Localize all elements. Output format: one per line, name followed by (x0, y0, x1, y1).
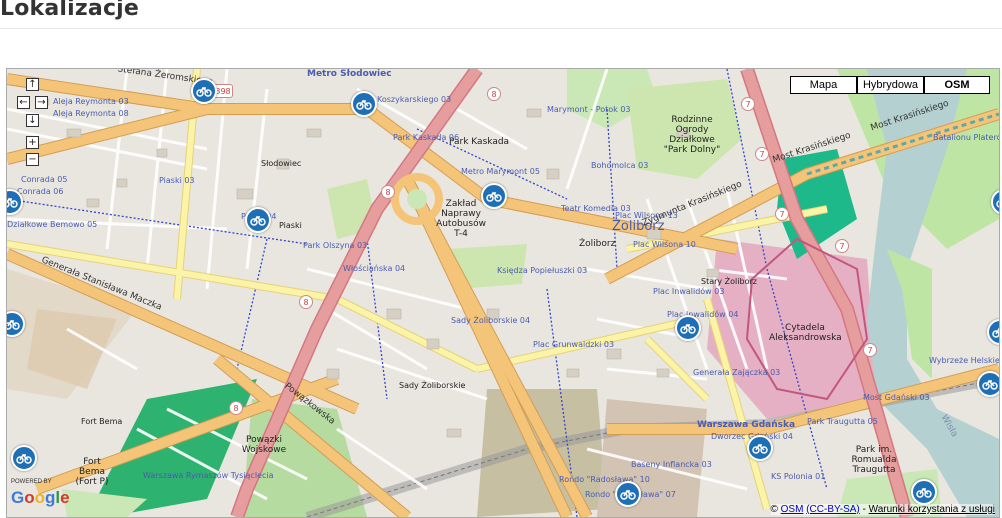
route-badge: 8 (229, 401, 243, 415)
route-badge: 7 (741, 97, 755, 111)
route-badge: 8 (381, 185, 395, 199)
bike-station-marker[interactable] (11, 445, 37, 471)
google-logo-letter: G (11, 488, 25, 507)
attribution-copy: © (770, 504, 778, 515)
bike-station-marker[interactable] (481, 183, 507, 209)
map-attribution: © OSM (CC-BY-SA) - Warunki korzystania z… (770, 504, 995, 515)
stop-label: Marymont - Potok 03 (547, 105, 631, 114)
terms-link[interactable]: Warunki korzystania z usługi (869, 504, 995, 515)
zoom-out-button[interactable]: − (26, 153, 39, 166)
bike-station-marker[interactable] (977, 371, 999, 397)
route-badge: 7 (835, 239, 849, 253)
license-link[interactable]: (CC-BY-SA) (806, 504, 860, 515)
route-badge: 8 (299, 295, 313, 309)
route-badge: 7 (775, 207, 789, 221)
google-logo[interactable]: Google (11, 488, 70, 508)
stop-label: Warszawa Rymaszów Tysiąclecia (143, 471, 274, 480)
stop-label: Plac Inwalidów 03 (653, 287, 725, 296)
stop-label: Rondo "Radosława" 10 (559, 475, 650, 484)
stop-label: Działkowe Bemowo 05 (7, 220, 98, 229)
bike-station-marker[interactable] (191, 78, 217, 104)
pan-right-button[interactable]: → (35, 96, 48, 109)
google-logo-letter: o (24, 488, 35, 507)
stop-label: Wybrzeże Helskie (929, 356, 1000, 365)
route-badge: 7 (863, 343, 877, 357)
pan-down-button[interactable]: ↓ (26, 114, 39, 127)
stop-label: Aleja Reymonta 08 (53, 109, 129, 118)
powered-by-text: POWERED BY (11, 479, 52, 485)
bike-station-marker[interactable] (351, 91, 377, 117)
bike-station-marker[interactable] (615, 481, 641, 507)
stop-label: Aleja Reymonta 03 (53, 97, 129, 106)
label-sady: Sady Żoliborskie (399, 381, 466, 390)
pan-left-button[interactable]: ← (17, 96, 30, 109)
label-piaski: Piaski (279, 221, 302, 230)
osm-link[interactable]: OSM (781, 504, 804, 515)
stop-label: Park Olszyna 03 (303, 241, 368, 250)
label-rodzinne: Rodzinne Ogrody Działkowe "Park Dolny" (663, 115, 721, 155)
label-fort-bema: Fort Bema (81, 417, 123, 426)
stop-label: Sady Żoliborskie 04 (451, 316, 531, 325)
stop-label: Conrada 05 (21, 175, 68, 184)
label-stary-zoliborz: Stary Żoliborz (701, 277, 757, 286)
map-type-osm-button[interactable]: OSM (924, 76, 990, 94)
label-metro-slodowiec: Metro Słodowiec (307, 69, 392, 79)
route-badge: 8 (487, 87, 501, 101)
stop-label: Metro Marymont 05 (461, 167, 540, 176)
stop-label: Włościańska 04 (343, 264, 406, 273)
bike-station-marker[interactable] (747, 435, 773, 461)
stop-label: Bohomolca 03 (591, 161, 649, 170)
title-divider (0, 28, 1002, 29)
stop-label: Plac Wilsona 13 (615, 211, 678, 220)
bike-station-marker[interactable] (675, 315, 701, 341)
route-badge: 7 (755, 147, 769, 161)
stop-label: Plac Grunwaldzki 03 (533, 340, 615, 349)
label-slodowiec: Słodowiec (261, 159, 302, 168)
stop-label: Piaski 03 (159, 176, 195, 185)
stop-label: Księdza Popiełuszki 03 (497, 266, 588, 275)
stop-label: Batalionu Platerówek (933, 133, 999, 142)
attribution-separator: - (862, 504, 866, 515)
bike-station-marker[interactable] (245, 207, 271, 233)
pan-up-button[interactable]: ↑ (26, 78, 39, 91)
page-title: Lokalizacje (0, 0, 140, 21)
map-container[interactable]: Metro Słodowiec Park Kaskada Zakład Napr… (6, 68, 1000, 518)
label-powazki: Powązki Wojskowe (241, 435, 287, 455)
stop-label: KS Polonia 01 (771, 472, 826, 481)
map-type-mapa-button[interactable]: Mapa (790, 76, 857, 94)
map-type-hybrid-button[interactable]: Hybrydowa (857, 76, 924, 94)
stop-label: Most Gdański 03 (863, 393, 930, 402)
label-cytadela: Cytadela Aleksandrowska (769, 323, 842, 343)
label-zaklad: Zakład Naprawy Autobusów T-4 (436, 199, 486, 239)
google-logo-letter: e (60, 488, 70, 507)
google-logo-letter: o (34, 488, 46, 507)
stop-label: Plac Wilsona 10 (633, 240, 696, 249)
stop-label: Park Traugutta 05 (807, 417, 878, 426)
stop-label: Generała Zajączka 03 (693, 368, 781, 377)
stop-label: Park Kaskada 06 (393, 133, 460, 142)
zoom-in-button[interactable]: + (26, 136, 39, 149)
stop-label: Conrada 06 (17, 187, 64, 196)
bike-station-marker[interactable] (911, 479, 937, 505)
stop-label: Plac Inwalidów 04 (667, 310, 739, 319)
stop-label: Koszykarskiego 03 (377, 95, 452, 104)
google-logo-letter: g (45, 488, 56, 507)
label-fort-bema-p: Fort Bema (Fort P) (75, 457, 109, 487)
label-park-traugutta: Park im. Romualda Traugutta (851, 445, 897, 475)
label-zoliborz: Żoliborz (579, 239, 616, 249)
stop-label: Baseny Inflancka 03 (631, 460, 712, 469)
label-warszawa-gdanska: Warszawa Gdańska (697, 420, 796, 430)
